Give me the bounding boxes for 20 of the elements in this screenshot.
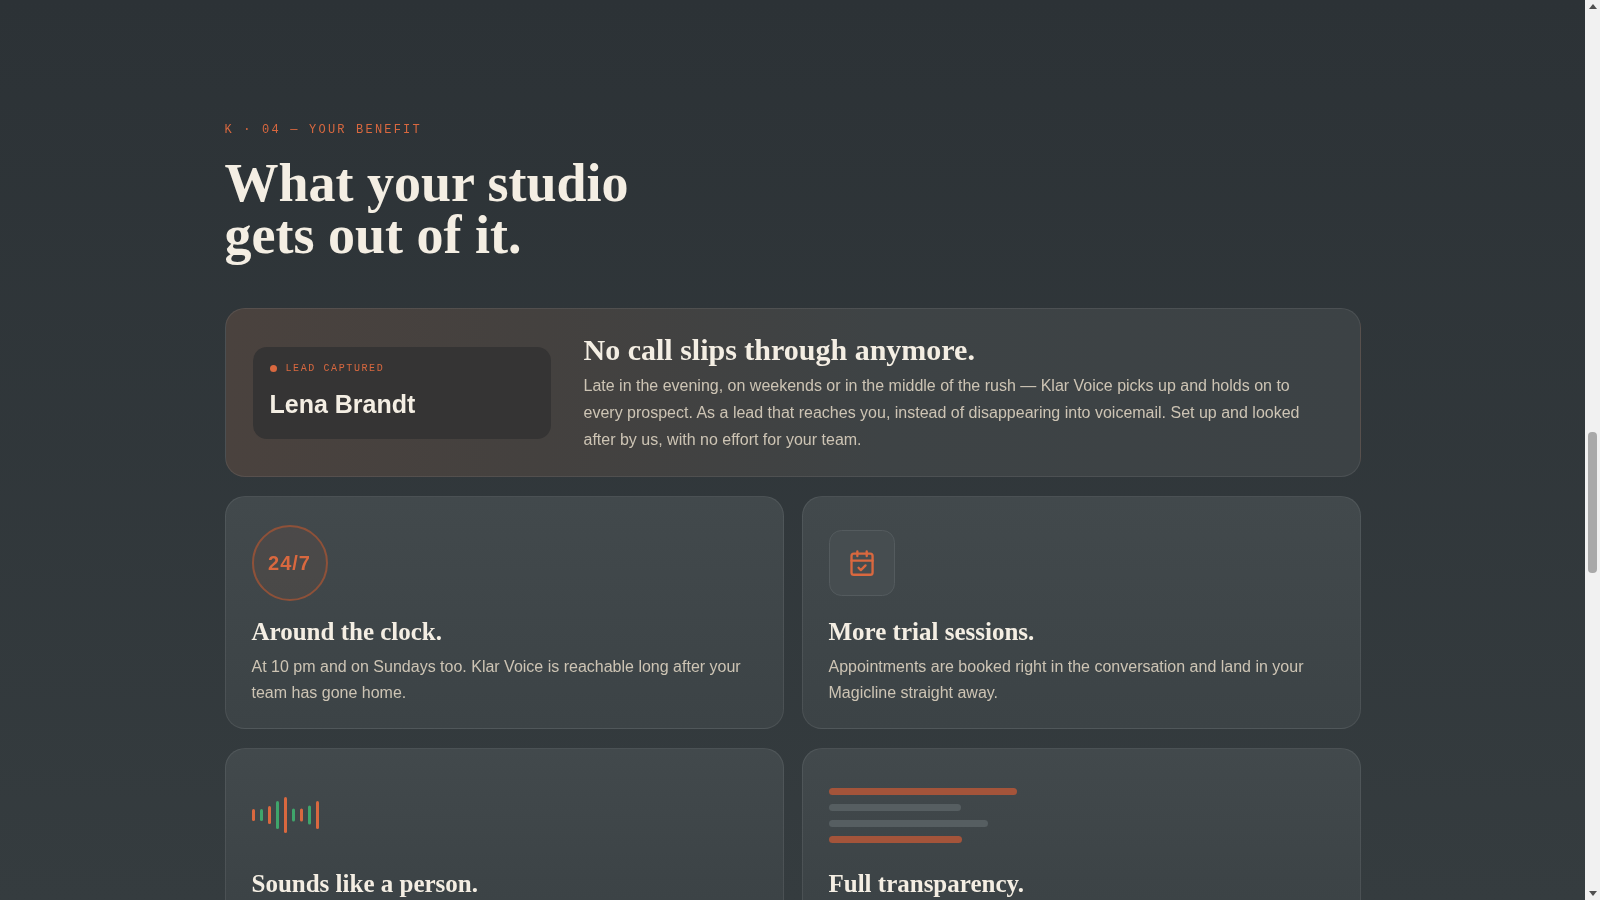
availability-badge: 24/7 — [251, 525, 328, 601]
scrollbar-thumb[interactable] — [1588, 432, 1597, 573]
status-dot-icon — [269, 365, 277, 372]
benefit-description: Appointments are booked right in the conversation and land in your Magicline straight away. — [828, 657, 1305, 703]
lead-status-label: LEAD CAPTURED — [285, 361, 385, 376]
feature-description: Late in the evening, on weekends or in the middle of the rush — Klar Voice picks up and holds on to every prospect. As a lead that reaches you, instead of disappearing into voicemail. Set up and looked after by us, with no effort for your team. — [583, 376, 1301, 450]
section-eyebrow: K · 04 — YOUR BENEFIT — [224, 122, 422, 138]
text-lines-icon — [828, 787, 1017, 843]
benefit-description: At 10 pm and on Sundays too. Klar Voice is reachable long after your team has gone home. — [251, 657, 742, 703]
feature-title: No call slips through anymore. — [583, 332, 976, 368]
lead-name: Lena Brandt — [269, 388, 417, 420]
calendar-check-icon — [828, 530, 895, 596]
scrollbar[interactable] — [1585, 0, 1600, 900]
down-arrow-icon[interactable] — [1589, 891, 1597, 896]
benefit-title: More trial sessions. — [828, 617, 1036, 647]
benefit-title: Full transparency. — [828, 869, 1025, 899]
up-arrow-icon[interactable] — [1589, 4, 1597, 9]
benefit-title: Sounds like a person. — [251, 869, 479, 899]
waveform-icon — [251, 797, 319, 833]
benefit-title: Around the clock. — [251, 617, 444, 647]
